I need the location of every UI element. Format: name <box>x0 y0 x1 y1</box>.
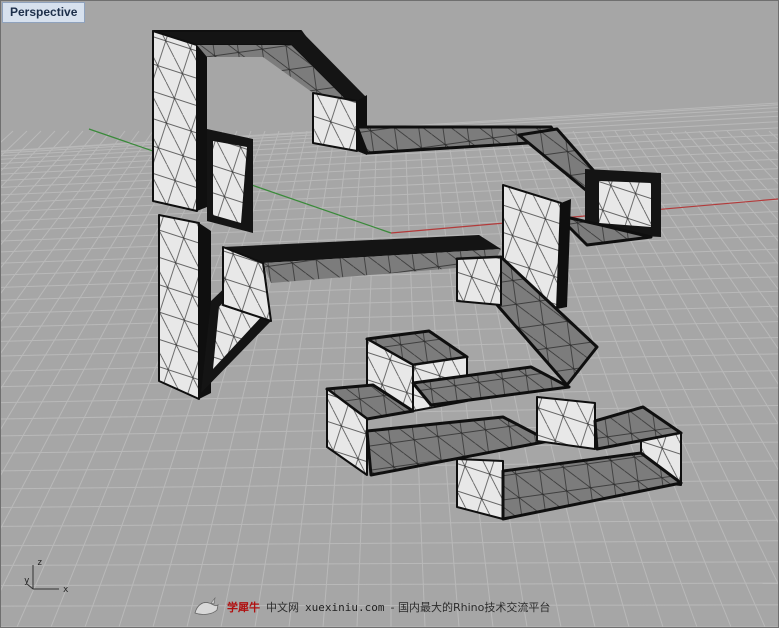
watermark: 学犀牛 中文网 xuexiniu.com - 国内最大的Rhino技术交流平台 <box>191 595 550 619</box>
grid-line <box>1 582 778 587</box>
watermark-tagline: - 国内最大的Rhino技术交流平台 <box>390 601 551 614</box>
watermark-brand: 学犀牛 <box>227 601 260 614</box>
grid-line <box>1 168 778 204</box>
grid-line <box>1 130 140 322</box>
grid-line <box>1 130 70 206</box>
grid-line <box>726 130 778 185</box>
grid-line <box>1 276 778 301</box>
grid-line <box>670 130 778 265</box>
grid-line <box>1 158 778 196</box>
grid-line <box>712 130 778 202</box>
grid-line <box>1 499 778 508</box>
grid-line <box>1 130 28 157</box>
grid-line <box>656 130 778 290</box>
viewport-title-tab[interactable]: Perspective <box>2 2 86 23</box>
grid-line <box>1 540 778 547</box>
perspective-viewport[interactable]: z x y Perspective 学犀牛 中文网 xuexiniu.com -… <box>0 0 779 628</box>
mesh-object[interactable] <box>152 30 683 521</box>
tube-lower[interactable] <box>325 329 683 521</box>
grid-line <box>1 130 154 354</box>
grid-line <box>1 290 778 314</box>
grid-line <box>1 130 56 188</box>
rhino-logo-icon <box>194 596 219 615</box>
grid-line <box>1 561 778 566</box>
grid-line <box>1 519 778 527</box>
grid-line <box>768 130 778 140</box>
watermark-url: xuexiniu.com <box>305 600 385 614</box>
axis-label-y: y <box>24 576 30 586</box>
grid-line <box>740 130 778 169</box>
grid-line <box>1 130 84 225</box>
grid-line <box>288 130 350 627</box>
watermark-text: 中文网 <box>266 601 299 614</box>
grid-line <box>1 130 126 294</box>
grid-line <box>1 149 778 188</box>
viewport-scene[interactable]: z x y <box>1 1 778 627</box>
axis-label-z: z <box>37 558 42 568</box>
grid-line <box>1 305 778 328</box>
grid-line <box>254 130 336 627</box>
grid-line <box>1 130 98 246</box>
axis-indicator: z x y <box>24 558 69 595</box>
axis-label-x: x <box>63 585 69 595</box>
